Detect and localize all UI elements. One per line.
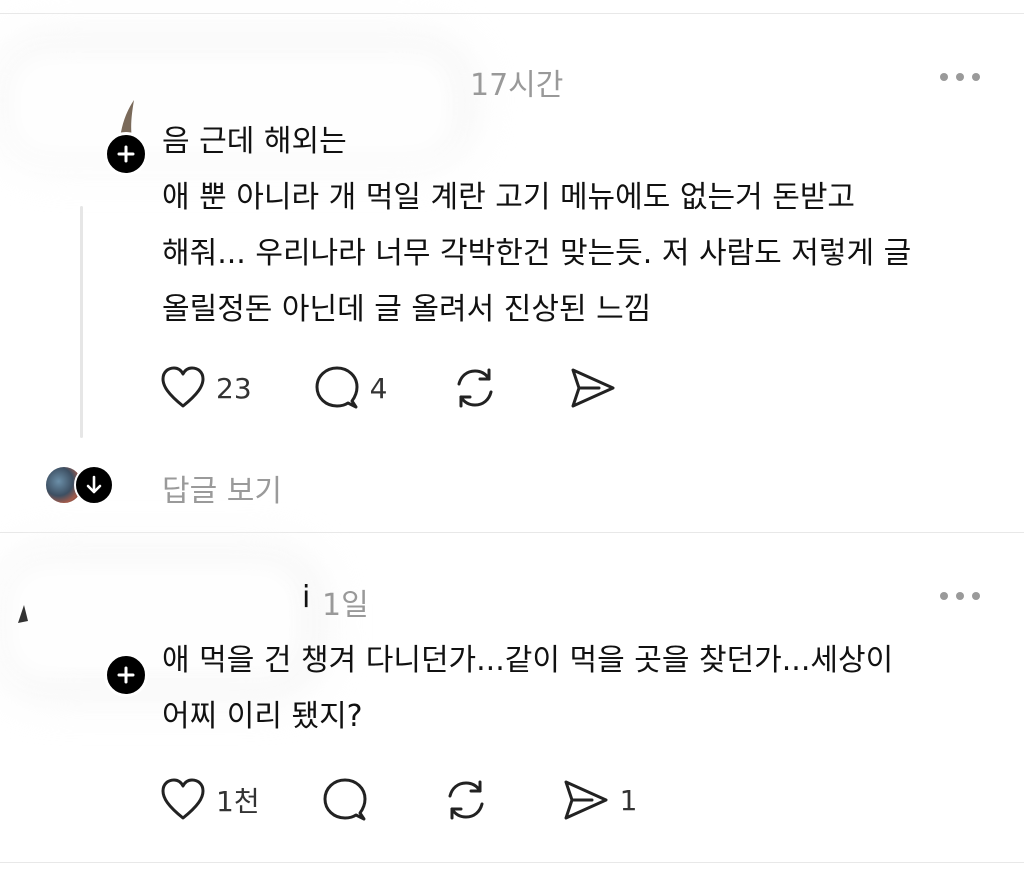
thread-line	[80, 206, 83, 438]
arrow-down-icon	[86, 475, 102, 494]
like-button[interactable]: 1천	[160, 776, 260, 824]
post-1: 17시간 음 근데 해외는 애 뿐 아니라 개 먹일 계란 고기 메뉴에도 없는…	[0, 0, 1024, 532]
view-replies-link[interactable]: 답글 보기	[162, 466, 282, 510]
post-text: 애 먹을 건 챙겨 다니던가...같이 먹을 곳을 찾던가...세상이 어찌 이…	[162, 643, 894, 734]
like-count: 23	[216, 371, 252, 405]
follow-button[interactable]	[104, 132, 148, 176]
share-button[interactable]: 1	[562, 776, 638, 824]
repost-button[interactable]	[451, 364, 509, 412]
like-button[interactable]: 23	[160, 364, 252, 412]
send-icon	[571, 368, 615, 408]
more-dots-icon[interactable]	[940, 71, 980, 83]
comment-bubble-icon	[323, 778, 367, 821]
comment-bubble-icon	[315, 366, 359, 409]
post-text: 음 근데 해외는 애 뿐 아니라 개 먹일 계란 고기 메뉴에도 없는거 돈받고…	[162, 124, 912, 327]
post-time: 1일	[322, 588, 369, 623]
repost-button[interactable]	[442, 776, 500, 824]
send-icon	[564, 780, 608, 820]
comment-button[interactable]: 4	[314, 364, 388, 412]
plus-icon	[117, 666, 135, 684]
heart-icon	[161, 366, 205, 408]
comment-button[interactable]	[322, 776, 378, 824]
plus-icon	[117, 145, 135, 163]
bottom-divider	[0, 862, 1024, 863]
avatar-image	[18, 605, 28, 623]
comment-count: 4	[369, 371, 388, 405]
repost-icon	[448, 780, 484, 820]
like-count: 1천	[216, 785, 260, 818]
more-dots-icon[interactable]	[940, 590, 980, 602]
heart-icon	[161, 778, 205, 820]
post-actions: 1천 1	[160, 776, 637, 824]
share-count: 1	[619, 783, 638, 817]
post-time: 17시간	[470, 68, 564, 103]
post-username[interactable]: i	[302, 580, 310, 615]
repost-icon	[457, 368, 493, 408]
reply-avatars	[44, 460, 114, 510]
share-button[interactable]	[569, 364, 627, 412]
post-2: i 1일 애 먹을 건 챙겨 다니던가...같이 먹을 곳을 찾던가...세상이…	[0, 533, 1024, 863]
expand-replies-button[interactable]	[74, 465, 114, 505]
follow-button[interactable]	[104, 653, 148, 697]
post-actions: 23 4	[160, 364, 627, 412]
